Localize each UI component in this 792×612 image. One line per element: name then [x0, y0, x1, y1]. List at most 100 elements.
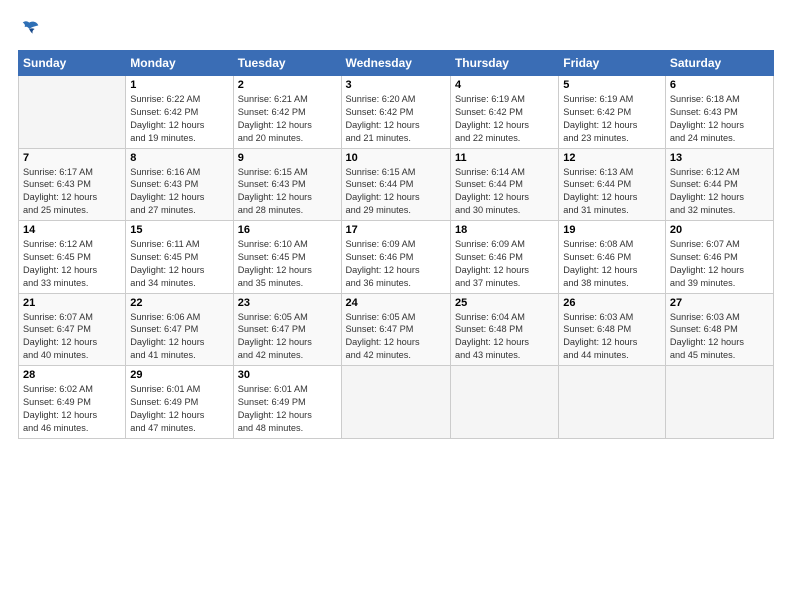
week-row-1: 7Sunrise: 6:17 AM Sunset: 6:43 PM Daylig… [19, 148, 774, 221]
col-header-friday: Friday [559, 51, 666, 76]
day-cell: 10 Sunrise: 6:15 AM Sunset: 6:44 PM Dayli… [341, 148, 450, 221]
day-info: Sunrise: 6:19 AM Sunset: 6:42 PM Dayligh… [455, 93, 554, 145]
day-info: Sunrise: 6:09 AM Sunset: 6:46 PM Dayligh… [346, 238, 446, 290]
col-header-wednesday: Wednesday [341, 51, 450, 76]
day-number: 13 [670, 152, 769, 164]
day-info: Sunrise: 6:03 AM Sunset: 6:48 PM Dayligh… [563, 311, 661, 363]
day-number: 19 [563, 224, 661, 236]
day-cell: 4Sunrise: 6:19 AM Sunset: 6:42 PM Daylig… [450, 76, 558, 149]
day-cell: 25 Sunrise: 6:04 AM Sunset: 6:48 PM Dayli… [450, 293, 558, 366]
day-cell: 13 Sunrise: 6:12 AM Sunset: 6:44 PM Dayli… [665, 148, 773, 221]
col-header-tuesday: Tuesday [233, 51, 341, 76]
day-info: Sunrise: 6:04 AM Sunset: 6:48 PM Dayligh… [455, 311, 554, 363]
day-info: Sunrise: 6:07 AM Sunset: 6:47 PM Dayligh… [23, 311, 121, 363]
day-cell: 22 Sunrise: 6:06 AM Sunset: 6:47 PM Dayli… [126, 293, 233, 366]
day-info: Sunrise: 6:15 AM Sunset: 6:44 PM Dayligh… [346, 166, 446, 218]
day-number: 12 [563, 152, 661, 164]
day-number: 10 [346, 152, 446, 164]
day-number: 18 [455, 224, 554, 236]
day-cell: 26 Sunrise: 6:03 AM Sunset: 6:48 PM Dayli… [559, 293, 666, 366]
day-cell: 14 Sunrise: 6:12 AM Sunset: 6:45 PM Dayli… [19, 221, 126, 294]
day-number: 16 [238, 224, 337, 236]
day-cell: 24 Sunrise: 6:05 AM Sunset: 6:47 PM Dayli… [341, 293, 450, 366]
logo-bird-icon [20, 18, 42, 40]
day-info: Sunrise: 6:12 AM Sunset: 6:45 PM Dayligh… [23, 238, 121, 290]
page: SundayMondayTuesdayWednesdayThursdayFrid… [0, 0, 792, 612]
day-info: Sunrise: 6:06 AM Sunset: 6:47 PM Dayligh… [130, 311, 228, 363]
day-cell: 16 Sunrise: 6:10 AM Sunset: 6:45 PM Dayli… [233, 221, 341, 294]
day-cell: 15 Sunrise: 6:11 AM Sunset: 6:45 PM Dayli… [126, 221, 233, 294]
day-number: 9 [238, 152, 337, 164]
day-cell: 23Sunrise: 6:05 AM Sunset: 6:47 PM Dayli… [233, 293, 341, 366]
day-number: 20 [670, 224, 769, 236]
week-row-0: 1Sunrise: 6:22 AM Sunset: 6:42 PM Daylig… [19, 76, 774, 149]
day-info: Sunrise: 6:01 AM Sunset: 6:49 PM Dayligh… [238, 383, 337, 435]
header-row: SundayMondayTuesdayWednesdayThursdayFrid… [19, 51, 774, 76]
day-info: Sunrise: 6:16 AM Sunset: 6:43 PM Dayligh… [130, 166, 228, 218]
day-cell: 17 Sunrise: 6:09 AM Sunset: 6:46 PM Dayli… [341, 221, 450, 294]
day-info: Sunrise: 6:05 AM Sunset: 6:47 PM Dayligh… [346, 311, 446, 363]
day-cell: 20 Sunrise: 6:07 AM Sunset: 6:46 PM Dayli… [665, 221, 773, 294]
day-cell: 2 Sunrise: 6:21 AM Sunset: 6:42 PM Daylig… [233, 76, 341, 149]
day-info: Sunrise: 6:02 AM Sunset: 6:49 PM Dayligh… [23, 383, 121, 435]
day-number: 14 [23, 224, 121, 236]
day-cell: 8Sunrise: 6:16 AM Sunset: 6:43 PM Daylig… [126, 148, 233, 221]
day-info: Sunrise: 6:21 AM Sunset: 6:42 PM Dayligh… [238, 93, 337, 145]
day-number: 27 [670, 297, 769, 309]
day-number: 15 [130, 224, 228, 236]
day-cell: 28 Sunrise: 6:02 AM Sunset: 6:49 PM Dayli… [19, 366, 126, 439]
calendar-table: SundayMondayTuesdayWednesdayThursdayFrid… [18, 50, 774, 439]
col-header-sunday: Sunday [19, 51, 126, 76]
day-info: Sunrise: 6:17 AM Sunset: 6:43 PM Dayligh… [23, 166, 121, 218]
day-info: Sunrise: 6:07 AM Sunset: 6:46 PM Dayligh… [670, 238, 769, 290]
week-row-3: 21 Sunrise: 6:07 AM Sunset: 6:47 PM Dayli… [19, 293, 774, 366]
day-info: Sunrise: 6:03 AM Sunset: 6:48 PM Dayligh… [670, 311, 769, 363]
day-info: Sunrise: 6:14 AM Sunset: 6:44 PM Dayligh… [455, 166, 554, 218]
day-cell: 18Sunrise: 6:09 AM Sunset: 6:46 PM Dayli… [450, 221, 558, 294]
day-info: Sunrise: 6:05 AM Sunset: 6:47 PM Dayligh… [238, 311, 337, 363]
col-header-monday: Monday [126, 51, 233, 76]
day-cell [341, 366, 450, 439]
day-number: 29 [130, 369, 228, 381]
day-cell: 19Sunrise: 6:08 AM Sunset: 6:46 PM Dayli… [559, 221, 666, 294]
day-number: 28 [23, 369, 121, 381]
day-cell [665, 366, 773, 439]
col-header-thursday: Thursday [450, 51, 558, 76]
day-cell: 7Sunrise: 6:17 AM Sunset: 6:43 PM Daylig… [19, 148, 126, 221]
day-cell [450, 366, 558, 439]
day-number: 26 [563, 297, 661, 309]
day-number: 3 [346, 79, 446, 91]
day-number: 21 [23, 297, 121, 309]
day-info: Sunrise: 6:10 AM Sunset: 6:45 PM Dayligh… [238, 238, 337, 290]
day-cell [559, 366, 666, 439]
day-number: 2 [238, 79, 337, 91]
day-cell: 21 Sunrise: 6:07 AM Sunset: 6:47 PM Dayli… [19, 293, 126, 366]
day-cell: 30 Sunrise: 6:01 AM Sunset: 6:49 PM Dayli… [233, 366, 341, 439]
day-cell: 11 Sunrise: 6:14 AM Sunset: 6:44 PM Dayli… [450, 148, 558, 221]
day-cell: 5 Sunrise: 6:19 AM Sunset: 6:42 PM Daylig… [559, 76, 666, 149]
day-cell: 29Sunrise: 6:01 AM Sunset: 6:49 PM Dayli… [126, 366, 233, 439]
day-info: Sunrise: 6:18 AM Sunset: 6:43 PM Dayligh… [670, 93, 769, 145]
day-number: 24 [346, 297, 446, 309]
day-cell: 27 Sunrise: 6:03 AM Sunset: 6:48 PM Dayli… [665, 293, 773, 366]
day-cell: 1Sunrise: 6:22 AM Sunset: 6:42 PM Daylig… [126, 76, 233, 149]
day-info: Sunrise: 6:15 AM Sunset: 6:43 PM Dayligh… [238, 166, 337, 218]
day-number: 22 [130, 297, 228, 309]
day-cell: 9 Sunrise: 6:15 AM Sunset: 6:43 PM Daylig… [233, 148, 341, 221]
header [18, 18, 774, 40]
day-cell: 6 Sunrise: 6:18 AM Sunset: 6:43 PM Daylig… [665, 76, 773, 149]
day-info: Sunrise: 6:13 AM Sunset: 6:44 PM Dayligh… [563, 166, 661, 218]
day-number: 6 [670, 79, 769, 91]
day-number: 30 [238, 369, 337, 381]
day-number: 25 [455, 297, 554, 309]
day-number: 5 [563, 79, 661, 91]
day-info: Sunrise: 6:12 AM Sunset: 6:44 PM Dayligh… [670, 166, 769, 218]
day-cell [19, 76, 126, 149]
day-info: Sunrise: 6:19 AM Sunset: 6:42 PM Dayligh… [563, 93, 661, 145]
day-info: Sunrise: 6:11 AM Sunset: 6:45 PM Dayligh… [130, 238, 228, 290]
week-row-4: 28 Sunrise: 6:02 AM Sunset: 6:49 PM Dayli… [19, 366, 774, 439]
day-number: 11 [455, 152, 554, 164]
day-number: 17 [346, 224, 446, 236]
logo [18, 18, 42, 40]
day-info: Sunrise: 6:22 AM Sunset: 6:42 PM Dayligh… [130, 93, 228, 145]
